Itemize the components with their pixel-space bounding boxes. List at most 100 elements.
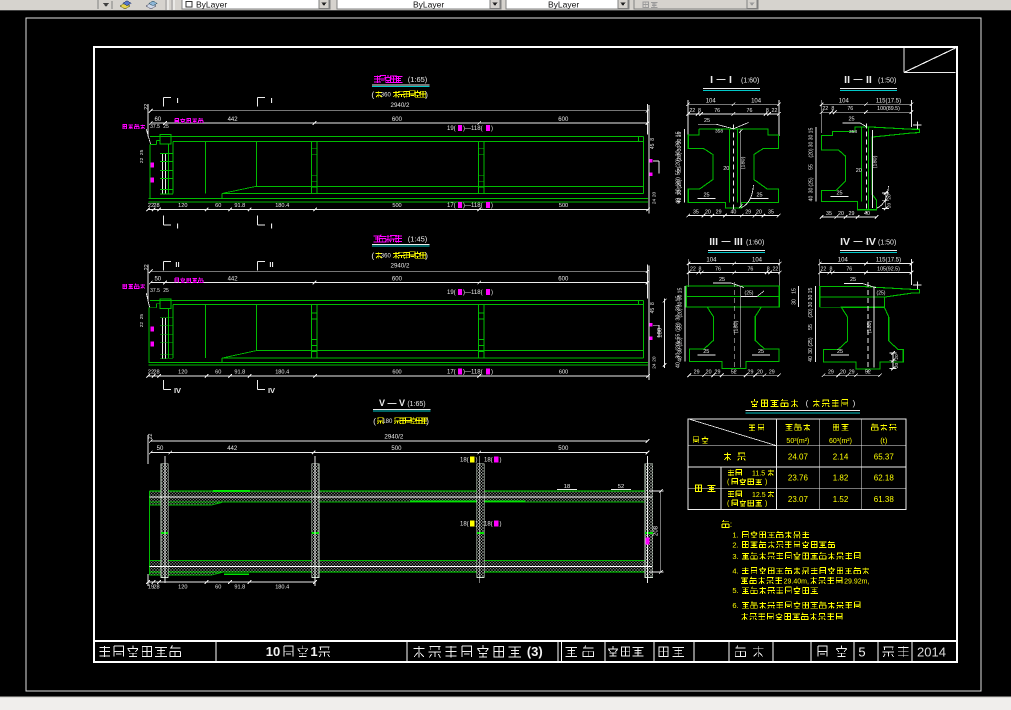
svg-text:(25): (25) bbox=[809, 177, 815, 186]
svg-text::: : bbox=[730, 520, 732, 529]
svg-text:)—118(: )—118( bbox=[463, 126, 483, 132]
svg-text:1: 1 bbox=[310, 644, 317, 659]
svg-text:29: 29 bbox=[849, 369, 855, 375]
svg-text:28: 28 bbox=[153, 369, 159, 375]
svg-text:22: 22 bbox=[139, 157, 145, 163]
svg-text:60: 60 bbox=[154, 117, 161, 123]
svg-text:20: 20 bbox=[705, 210, 711, 216]
svg-text:8: 8 bbox=[650, 138, 656, 141]
svg-text:76: 76 bbox=[747, 267, 753, 273]
svg-text:20: 20 bbox=[706, 369, 712, 375]
svg-text:22: 22 bbox=[689, 108, 695, 114]
svg-text:180.4: 180.4 bbox=[275, 585, 289, 591]
svg-text:20: 20 bbox=[856, 168, 862, 174]
svg-text:): ) bbox=[425, 251, 428, 261]
svg-text:II: II bbox=[844, 74, 850, 86]
svg-text:50³(m²): 50³(m²) bbox=[786, 438, 809, 445]
svg-text:(: ( bbox=[371, 90, 374, 100]
svg-text:442: 442 bbox=[228, 117, 239, 123]
svg-text:600: 600 bbox=[392, 369, 401, 375]
svg-text:I: I bbox=[729, 74, 732, 86]
svg-text:I: I bbox=[176, 96, 178, 105]
svg-text:15: 15 bbox=[808, 288, 814, 294]
svg-text:ByLayer: ByLayer bbox=[413, 0, 444, 10]
svg-text:23.76: 23.76 bbox=[788, 474, 809, 483]
svg-text:358: 358 bbox=[715, 129, 723, 135]
svg-text:25: 25 bbox=[850, 277, 856, 283]
svg-text:20: 20 bbox=[894, 354, 900, 360]
svg-text:104: 104 bbox=[706, 98, 717, 104]
svg-text:18(: 18( bbox=[484, 522, 493, 528]
svg-text:40: 40 bbox=[678, 356, 684, 362]
svg-text:25: 25 bbox=[758, 349, 764, 355]
svg-text:8: 8 bbox=[830, 267, 833, 273]
svg-text:25: 25 bbox=[139, 149, 145, 155]
svg-text:(25): (25) bbox=[808, 337, 814, 346]
svg-text:22: 22 bbox=[144, 104, 150, 110]
svg-text:180: 180 bbox=[382, 419, 393, 425]
svg-text:50: 50 bbox=[154, 277, 161, 283]
svg-text:40: 40 bbox=[809, 196, 815, 202]
svg-text:35: 35 bbox=[768, 210, 774, 216]
svg-text:500: 500 bbox=[391, 446, 402, 452]
svg-text:18(: 18( bbox=[460, 458, 469, 464]
svg-text:29: 29 bbox=[849, 211, 855, 217]
svg-text:35: 35 bbox=[693, 210, 699, 216]
svg-text:5.: 5. bbox=[732, 586, 738, 595]
svg-text:115(17.5): 115(17.5) bbox=[876, 98, 901, 104]
svg-text:)—118(: )—118( bbox=[463, 290, 483, 296]
svg-text:30: 30 bbox=[678, 302, 684, 308]
svg-text:29: 29 bbox=[715, 369, 721, 375]
svg-text:30: 30 bbox=[677, 146, 683, 152]
svg-text:25: 25 bbox=[837, 349, 843, 355]
svg-text:—: — bbox=[722, 236, 731, 246]
svg-text:20: 20 bbox=[652, 192, 658, 198]
svg-text:): ) bbox=[491, 203, 493, 209]
svg-text:208: 208 bbox=[654, 525, 660, 536]
svg-text:30: 30 bbox=[677, 190, 683, 196]
svg-text:40: 40 bbox=[676, 362, 682, 368]
svg-text:8: 8 bbox=[766, 108, 769, 114]
svg-text:8: 8 bbox=[699, 267, 702, 273]
svg-text:500: 500 bbox=[558, 446, 569, 452]
svg-text:18: 18 bbox=[564, 484, 570, 490]
svg-text:22: 22 bbox=[690, 267, 696, 273]
svg-text:IV: IV bbox=[840, 236, 850, 248]
svg-text:76: 76 bbox=[846, 267, 852, 273]
svg-text:40: 40 bbox=[808, 356, 814, 362]
svg-text:30: 30 bbox=[678, 295, 684, 301]
svg-text:442: 442 bbox=[227, 446, 238, 452]
svg-text:105(92.5): 105(92.5) bbox=[877, 267, 900, 273]
svg-text:76: 76 bbox=[847, 106, 853, 112]
svg-text:(t): (t) bbox=[880, 436, 888, 445]
svg-text:(: ( bbox=[373, 416, 376, 426]
svg-text:(: ( bbox=[371, 251, 374, 261]
svg-text:360: 360 bbox=[381, 93, 392, 99]
svg-text:2940/2: 2940/2 bbox=[391, 262, 410, 269]
svg-text:20: 20 bbox=[894, 363, 900, 369]
svg-text:76: 76 bbox=[747, 108, 753, 114]
svg-text:29: 29 bbox=[828, 369, 834, 375]
svg-text:17(: 17( bbox=[447, 369, 456, 375]
svg-text:29: 29 bbox=[694, 369, 700, 375]
svg-text:24: 24 bbox=[652, 363, 658, 369]
svg-text:I: I bbox=[270, 222, 272, 231]
svg-text:30: 30 bbox=[809, 188, 815, 194]
svg-text:52: 52 bbox=[731, 369, 737, 375]
svg-text:60: 60 bbox=[215, 203, 221, 209]
svg-text:20: 20 bbox=[652, 356, 658, 362]
svg-text:(1:60): (1:60) bbox=[741, 78, 759, 85]
svg-text:V — V: V — V bbox=[379, 398, 405, 408]
svg-text:55: 55 bbox=[678, 324, 684, 330]
svg-text:76: 76 bbox=[714, 108, 720, 114]
svg-text:600: 600 bbox=[392, 117, 403, 123]
svg-text:)—118(: )—118( bbox=[463, 369, 483, 375]
svg-text:(1:50): (1:50) bbox=[878, 78, 896, 85]
svg-text:8: 8 bbox=[650, 302, 656, 305]
svg-text:29.40m,: 29.40m, bbox=[784, 578, 809, 585]
svg-text:IV: IV bbox=[174, 386, 181, 395]
svg-text:): ) bbox=[476, 458, 478, 464]
svg-text:28: 28 bbox=[153, 585, 159, 591]
svg-text:76: 76 bbox=[715, 267, 721, 273]
svg-text:8: 8 bbox=[831, 106, 834, 112]
